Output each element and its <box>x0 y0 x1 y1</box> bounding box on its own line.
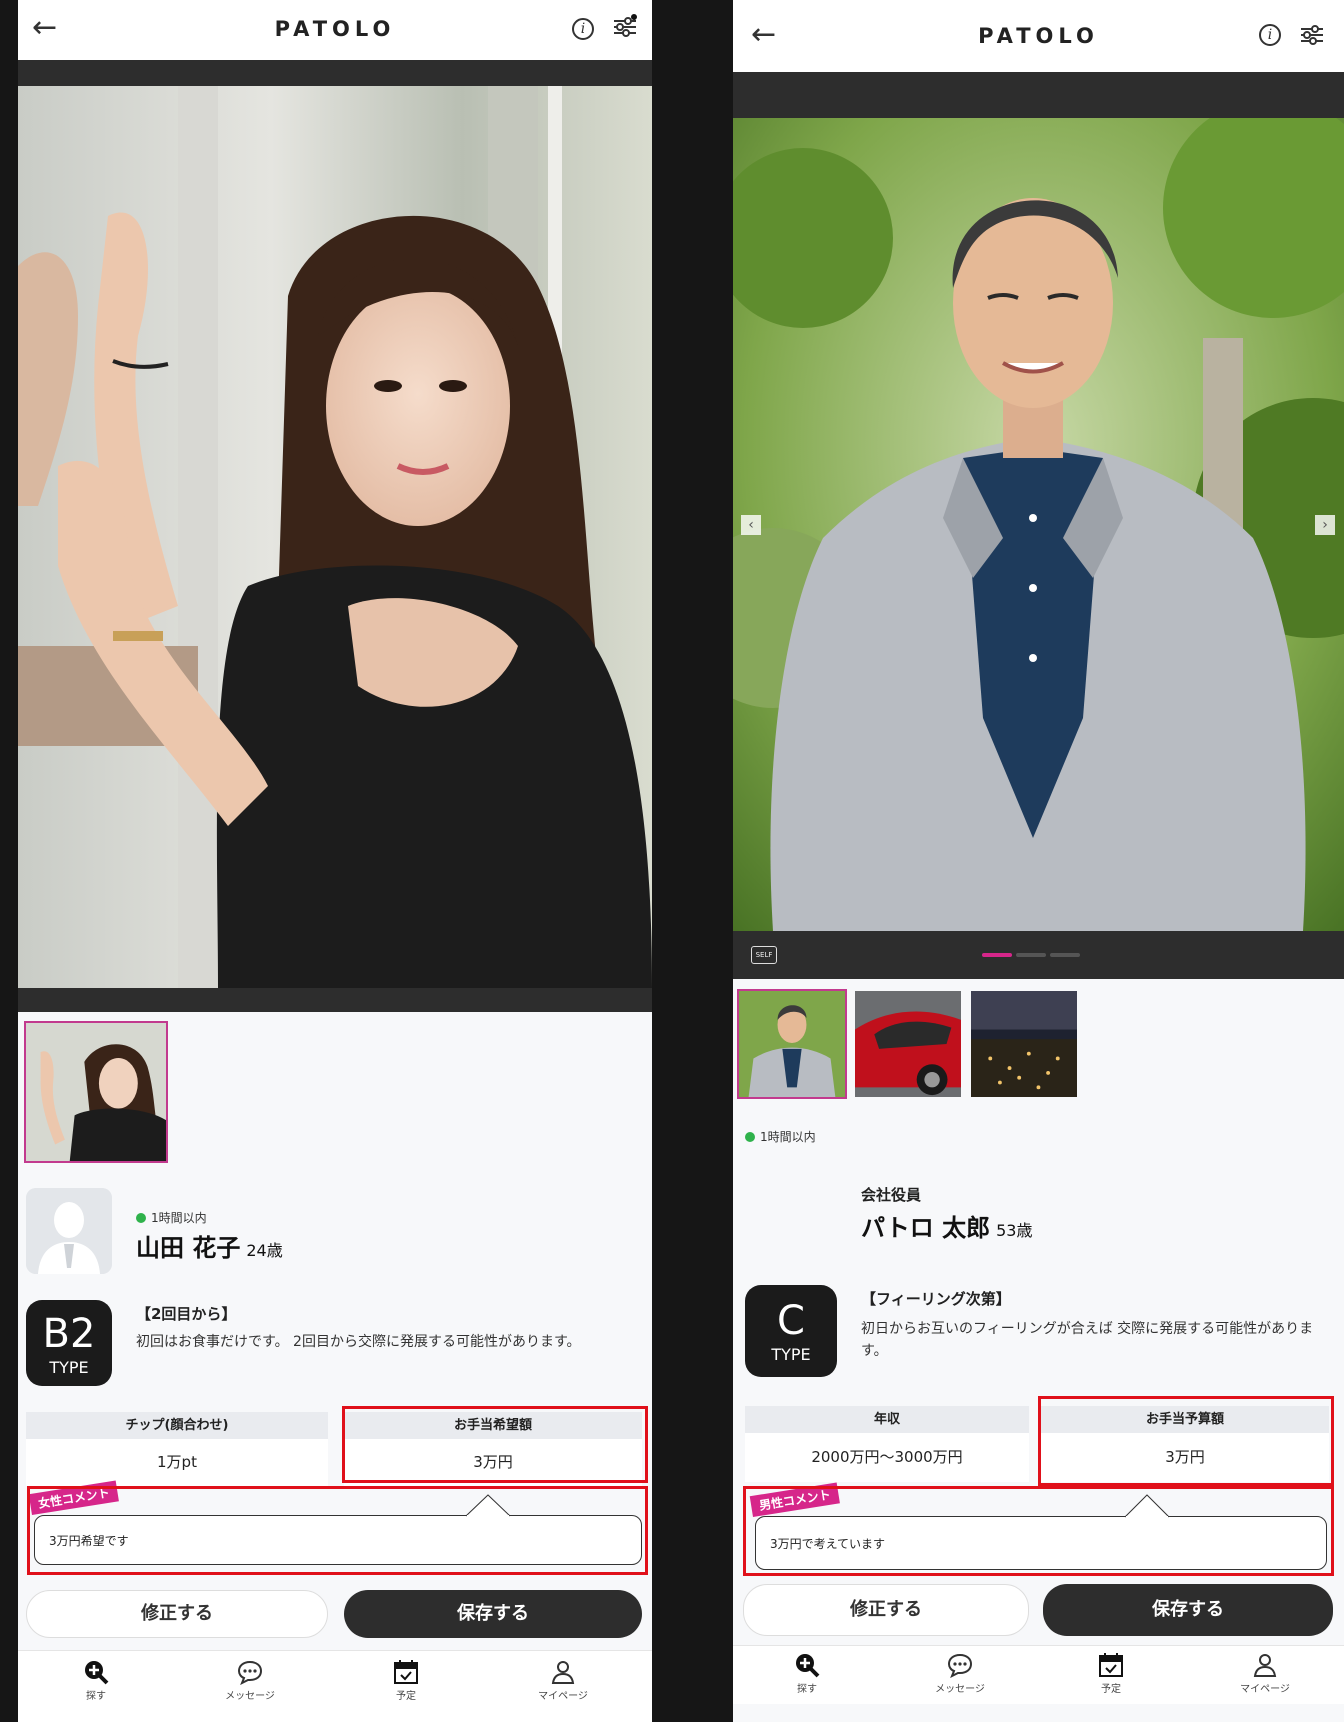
job-title: 会社役員 <box>861 1186 922 1204</box>
online-dot-icon <box>136 1212 146 1223</box>
type-code: B2 <box>42 1311 96 1357</box>
app-header: ← PATOLO i <box>18 0 652 60</box>
age-text: 24歳 <box>246 1241 283 1260</box>
income-header: 年収 <box>745 1406 1029 1433</box>
calendar-check-icon <box>1099 1653 1123 1677</box>
self-camera-icon: SELF <box>751 946 777 964</box>
nav-label: 予定 <box>396 1691 416 1702</box>
calendar-check-icon <box>394 1660 418 1684</box>
type-description: 初日からお互いのフィーリングが合えば 交際に発展する可能性があります。 <box>861 1321 1314 1360</box>
nav-mypage[interactable]: マイページ <box>528 1659 598 1702</box>
photo-pager <box>982 953 1080 957</box>
bottom-nav: 探す メッセージ 予定 マイページ <box>18 1650 652 1722</box>
online-status: 1時間以内 <box>745 1128 816 1145</box>
tip-header: チップ(顔合わせ) <box>26 1412 328 1439</box>
nav-label: メッセージ <box>935 1684 985 1695</box>
type-title: 【フィーリング次第】 <box>861 1290 1011 1308</box>
name-text: パトロ 太郎 <box>861 1214 991 1242</box>
type-code: C <box>777 1298 805 1344</box>
app-logo: PATOLO <box>274 17 396 41</box>
type-label: TYPE <box>771 1345 811 1364</box>
income-cell: 年収 2000万円〜3000万円 <box>745 1406 1029 1482</box>
nav-mypage[interactable]: マイページ <box>1230 1652 1300 1695</box>
photo-thumbnail[interactable] <box>969 989 1079 1099</box>
info-icon[interactable]: i <box>572 18 594 40</box>
info-icon[interactable]: i <box>1259 24 1281 46</box>
app-header: ← PATOLO i <box>733 0 1344 72</box>
nav-schedule[interactable]: 予定 <box>1081 1652 1141 1695</box>
type-title: 【2回目から】 <box>136 1305 237 1323</box>
chat-bubble-icon <box>947 1653 973 1678</box>
chat-bubble-icon <box>237 1660 263 1685</box>
type-label: TYPE <box>49 1358 89 1377</box>
comment-highlight <box>743 1486 1334 1576</box>
name-text: 山田 花子 <box>136 1234 241 1262</box>
tip-cell: チップ(顔合わせ) 1万pt <box>26 1412 328 1486</box>
photo-bottom-bar <box>18 988 652 1012</box>
save-button[interactable]: 保存する <box>344 1590 642 1638</box>
nav-search[interactable]: 探す <box>777 1652 837 1695</box>
sliders-icon[interactable] <box>612 14 638 38</box>
profile-photo[interactable] <box>18 86 652 988</box>
photo-prev-button[interactable]: ‹ <box>741 515 761 535</box>
sliders-icon[interactable] <box>1299 23 1325 47</box>
right-phone-screen: ← PATOLO i ‹ › SELF 1時間以内 会社役員 パトロ 太郎 53… <box>733 0 1344 1722</box>
left-phone-screen: ← PATOLO i 1時間以内 山田 花子 24歳 B2 TYPE 【2回目か… <box>18 0 652 1722</box>
nav-label: メッセージ <box>225 1691 275 1702</box>
nav-messages[interactable]: メッセージ <box>925 1652 995 1695</box>
photo-thumbnail[interactable] <box>853 989 963 1099</box>
online-text: 1時間以内 <box>760 1130 816 1144</box>
nav-label: マイページ <box>538 1691 588 1702</box>
nav-label: 探す <box>86 1691 106 1702</box>
nav-label: 探す <box>797 1684 817 1695</box>
pager-dot[interactable] <box>1050 953 1080 957</box>
save-button[interactable]: 保存する <box>1043 1584 1333 1636</box>
tip-value: 1万pt <box>157 1453 197 1471</box>
income-value: 2000万円〜3000万円 <box>811 1448 963 1466</box>
bottom-nav: 探す メッセージ 予定 マイページ <box>733 1645 1344 1704</box>
online-text: 1時間以内 <box>151 1211 207 1225</box>
nav-messages[interactable]: メッセージ <box>215 1659 285 1702</box>
type-description: 初回はお食事だけです。 2回目から交際に発展する可能性があります。 <box>136 1334 581 1350</box>
app-logo: PATOLO <box>978 24 1099 48</box>
pager-dot[interactable] <box>1016 953 1046 957</box>
search-plus-icon <box>796 1654 820 1678</box>
profile-name: 山田 花子 24歳 <box>136 1228 283 1263</box>
edit-button[interactable]: 修正する <box>743 1584 1029 1636</box>
online-dot-icon <box>745 1131 755 1142</box>
center-gap <box>652 0 733 1722</box>
allowance-highlight <box>342 1406 648 1483</box>
edit-button[interactable]: 修正する <box>26 1590 328 1638</box>
online-status: 1時間以内 <box>136 1209 207 1226</box>
left-edge <box>0 0 18 1722</box>
photo-thumbnail[interactable] <box>24 1021 168 1163</box>
nav-schedule[interactable]: 予定 <box>376 1659 436 1702</box>
photo-thumbnail[interactable] <box>737 989 847 1099</box>
comment-highlight <box>27 1486 648 1575</box>
nav-search[interactable]: 探す <box>66 1659 126 1702</box>
nav-label: 予定 <box>1101 1684 1121 1695</box>
allowance-highlight <box>1038 1396 1334 1486</box>
type-badge: B2 TYPE <box>26 1300 112 1386</box>
avatar <box>26 1188 112 1274</box>
photo-top-bar <box>18 60 652 86</box>
type-badge: C TYPE <box>745 1285 837 1377</box>
person-icon <box>551 1661 575 1684</box>
age-text: 53歳 <box>996 1221 1033 1240</box>
pager-dot[interactable] <box>982 953 1012 957</box>
photo-top-bar <box>733 72 1344 118</box>
profile-photo[interactable] <box>733 118 1344 931</box>
search-plus-icon <box>85 1661 109 1685</box>
photo-next-button[interactable]: › <box>1315 515 1335 535</box>
profile-name: パトロ 太郎 53歳 <box>861 1208 1032 1243</box>
person-icon <box>1253 1654 1277 1677</box>
nav-label: マイページ <box>1240 1684 1290 1695</box>
